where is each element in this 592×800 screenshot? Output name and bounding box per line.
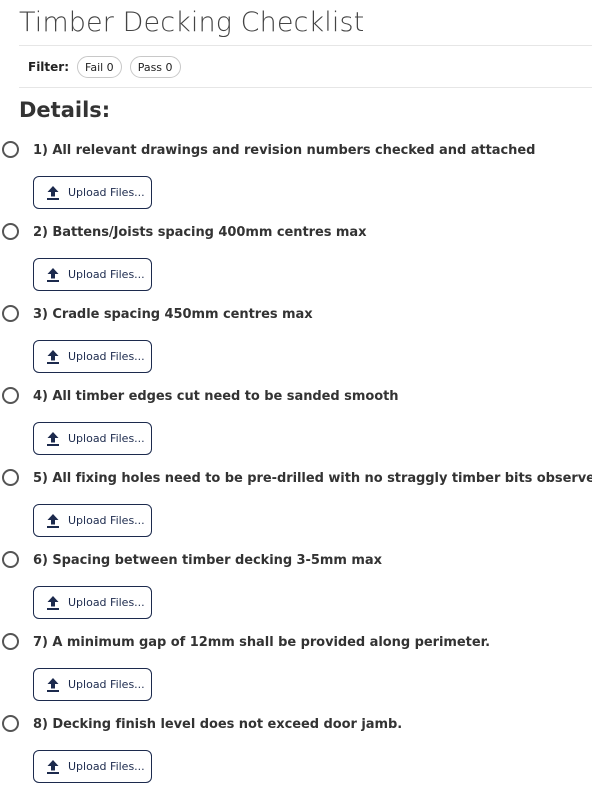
upload-files-button[interactable]: Upload Files...: [33, 340, 152, 373]
filter-pass-button[interactable]: Pass 0: [129, 55, 181, 78]
checklist-item: 7) A minimum gap of 12mm shall be provid…: [0, 624, 573, 706]
filter-fail-button[interactable]: Fail 0: [77, 55, 122, 78]
item-radio-button[interactable]: [2, 551, 19, 568]
upload-arrow-icon: [47, 267, 59, 282]
upload-files-button[interactable]: Upload Files...: [33, 586, 152, 619]
filter-label: Filter:: [28, 59, 70, 74]
item-radio-button[interactable]: [2, 305, 19, 322]
item-text: 2) Battens/Joists spacing 400mm centres …: [33, 225, 367, 240]
upload-files-button[interactable]: Upload Files...: [33, 504, 152, 537]
item-radio-button[interactable]: [2, 633, 19, 650]
item-radio-button[interactable]: [2, 387, 19, 404]
checklist-item: 6) Spacing between timber decking 3-5mm …: [0, 542, 573, 624]
item-text: 7) A minimum gap of 12mm shall be provid…: [33, 635, 490, 650]
filter-bar: Filter: Fail 0 Pass 0: [19, 46, 592, 87]
upload-files-label: Upload Files...: [68, 186, 145, 199]
item-text: 4) All timber edges cut need to be sande…: [33, 389, 399, 404]
checklist-page: Timber Decking Checklist Filter: Fail 0 …: [19, 0, 592, 132]
upload-arrow-icon: [47, 349, 59, 364]
upload-files-label: Upload Files...: [68, 350, 145, 363]
upload-files-label: Upload Files...: [68, 678, 145, 691]
upload-arrow-icon: [47, 759, 59, 774]
checklist-item: 8) Decking finish level does not exceed …: [0, 706, 573, 788]
upload-files-label: Upload Files...: [68, 760, 145, 773]
checklist-item: 4) All timber edges cut need to be sande…: [0, 378, 573, 460]
upload-files-label: Upload Files...: [68, 268, 145, 281]
upload-files-button[interactable]: Upload Files...: [33, 258, 152, 291]
item-text: 6) Spacing between timber decking 3-5mm …: [33, 553, 382, 568]
upload-files-button[interactable]: Upload Files...: [33, 668, 152, 701]
upload-files-button[interactable]: Upload Files...: [33, 750, 152, 783]
checklist-item: 1) All relevant drawings and revision nu…: [0, 132, 573, 214]
page-title: Timber Decking Checklist: [19, 7, 365, 38]
upload-files-label: Upload Files...: [68, 514, 145, 527]
checklist-item: 3) Cradle spacing 450mm centres max Uploa…: [0, 296, 573, 378]
item-radio-button[interactable]: [2, 469, 19, 486]
details-heading: Details:: [19, 98, 111, 122]
checklist-items: 1) All relevant drawings and revision nu…: [0, 132, 592, 788]
item-text: 8) Decking finish level does not exceed …: [33, 717, 403, 732]
upload-files-button[interactable]: Upload Files...: [33, 422, 152, 455]
upload-files-button[interactable]: Upload Files...: [33, 176, 152, 209]
upload-files-label: Upload Files...: [68, 432, 145, 445]
item-text: 1) All relevant drawings and revision nu…: [33, 143, 536, 158]
item-radio-button[interactable]: [2, 715, 19, 732]
upload-arrow-icon: [47, 595, 59, 610]
upload-arrow-icon: [47, 677, 59, 692]
upload-files-label: Upload Files...: [68, 596, 145, 609]
item-text: 3) Cradle spacing 450mm centres max: [33, 307, 313, 322]
checklist-item: 2) Battens/Joists spacing 400mm centres …: [0, 214, 573, 296]
upload-arrow-icon: [47, 513, 59, 528]
item-text: 5) All fixing holes need to be pre-drill…: [33, 471, 592, 486]
upload-arrow-icon: [47, 431, 59, 446]
checklist-item: 5) All fixing holes need to be pre-drill…: [0, 460, 592, 542]
upload-arrow-icon: [47, 185, 59, 200]
item-radio-button[interactable]: [2, 223, 19, 240]
item-radio-button[interactable]: [2, 141, 19, 158]
